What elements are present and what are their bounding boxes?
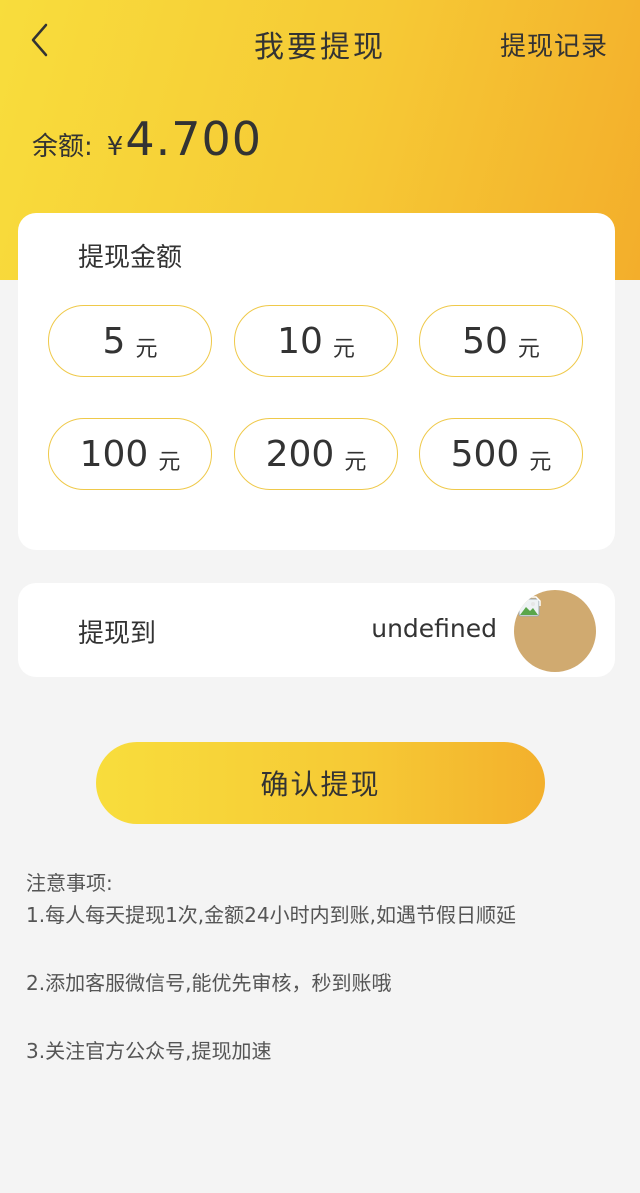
amount-option-value: 5 bbox=[102, 320, 126, 362]
withdraw-amount-card: 提现金额 5 元 10 元 50 元 100 元 200 元 500 元 bbox=[18, 213, 615, 550]
nav-bar: 我要提现 提现记录 bbox=[0, 0, 640, 84]
destination-label: 提现到 bbox=[78, 619, 157, 649]
confirm-withdraw-button[interactable]: 确认提现 bbox=[96, 742, 545, 824]
amount-option-10[interactable]: 10 元 bbox=[234, 305, 398, 377]
amount-option-unit: 元 bbox=[344, 450, 367, 475]
destination-account-name: undefined bbox=[371, 614, 497, 643]
amount-option-value: 50 bbox=[462, 320, 508, 362]
amount-option-500[interactable]: 500 元 bbox=[419, 418, 583, 490]
broken-image-icon bbox=[516, 594, 544, 622]
notice-item: 2.添加客服微信号,能优先审核，秒到账哦 bbox=[26, 971, 392, 995]
withdraw-page: 我要提现 提现记录 余额: ¥ 4.700 提现金额 5 元 10 元 50 元… bbox=[0, 0, 640, 1193]
notice-section: 注意事项: 1.每人每天提现1次,金额24小时内到账,如遇节假日顺延 2.添加客… bbox=[26, 868, 616, 1104]
notice-item: 1.每人每天提现1次,金额24小时内到账,如遇节假日顺延 bbox=[26, 903, 516, 927]
amount-option-200[interactable]: 200 元 bbox=[234, 418, 398, 490]
amount-option-value: 200 bbox=[265, 433, 335, 475]
amount-option-value: 10 bbox=[277, 320, 323, 362]
amount-option-unit: 元 bbox=[529, 450, 552, 475]
withdraw-record-link[interactable]: 提现记录 bbox=[500, 26, 608, 63]
amount-option-unit: 元 bbox=[332, 337, 355, 362]
amount-option-unit: 元 bbox=[517, 337, 540, 362]
balance-display: 余额: ¥ 4.700 bbox=[32, 112, 262, 172]
amount-section-title: 提现金额 bbox=[78, 243, 183, 273]
notice-item: 3.关注官方公众号,提现加速 bbox=[26, 1039, 272, 1063]
amount-option-100[interactable]: 100 元 bbox=[48, 418, 212, 490]
amount-option-50[interactable]: 50 元 bbox=[419, 305, 583, 377]
amount-option-unit: 元 bbox=[158, 450, 181, 475]
currency-symbol: ¥ bbox=[106, 132, 124, 162]
balance-amount: 4.700 bbox=[125, 112, 263, 166]
amount-option-5[interactable]: 5 元 bbox=[48, 305, 212, 377]
avatar[interactable] bbox=[514, 590, 596, 672]
amount-option-value: 100 bbox=[79, 433, 149, 475]
notice-title: 注意事项: bbox=[26, 871, 113, 895]
withdraw-destination-card[interactable]: 提现到 undefined bbox=[18, 583, 615, 677]
back-arrow-icon[interactable] bbox=[24, 20, 60, 60]
amount-option-value: 500 bbox=[450, 433, 520, 475]
balance-label: 余额: bbox=[32, 132, 93, 162]
amount-option-unit: 元 bbox=[135, 337, 158, 362]
